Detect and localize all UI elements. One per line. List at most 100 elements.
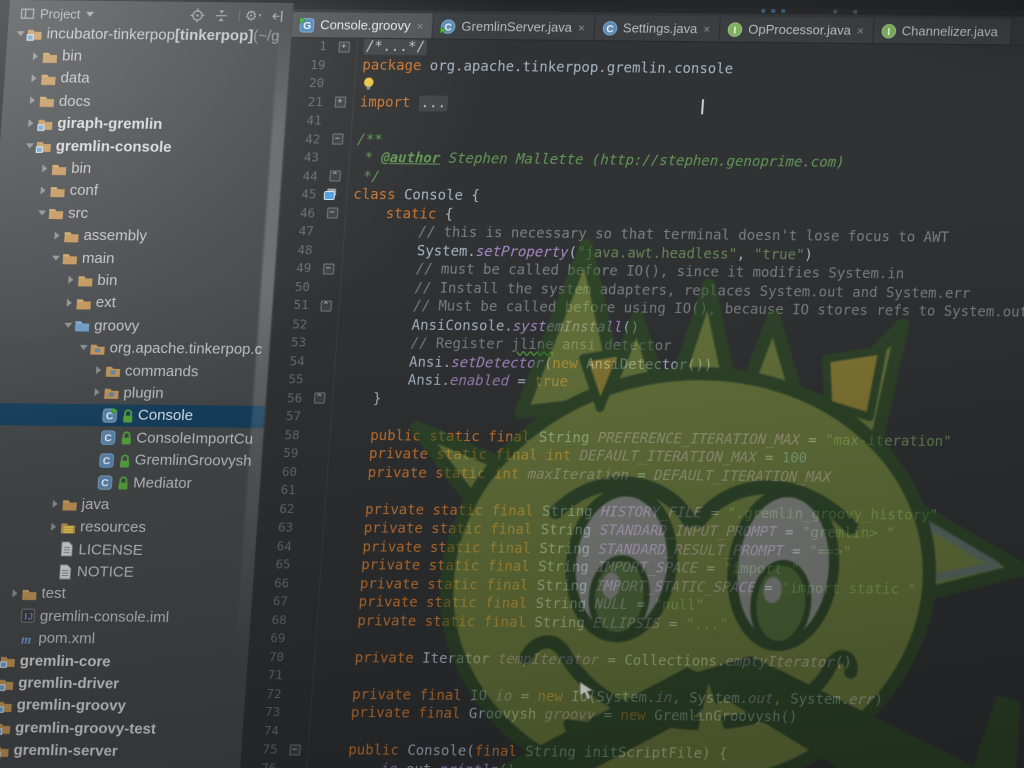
chevron-right-icon[interactable] [64,274,78,286]
fold-marker-icon[interactable]: + [334,97,346,108]
fold-marker-icon[interactable]: − [289,744,301,755]
tree-item-gremlin-console.iml[interactable]: IJgremlin-console.iml [0,604,252,629]
dropdown-arrow-icon[interactable] [82,6,99,22]
gutter [293,574,321,593]
gutter [313,278,341,297]
tree-item-data[interactable]: data [4,67,289,92]
tree-item-test[interactable]: test [0,582,253,607]
folder-icon [75,295,93,311]
chevron-spacer [45,543,59,555]
tree-item-pom.xml[interactable]: mpom.xml [0,627,250,652]
tree-item-gremlin-groovy[interactable]: gremlin-groovy [0,694,245,719]
chevron-right-icon[interactable] [26,95,40,107]
tree-item-gremlin-console[interactable]: gremlin-console [0,134,284,159]
fold-marker-icon[interactable]: ^ [329,171,341,182]
hide-panel-icon[interactable] [268,8,285,24]
class-icon: C [98,452,116,468]
chevron-down-icon[interactable] [76,342,90,354]
chevron-down-icon[interactable] [49,252,63,264]
tree-item-gremlin-core[interactable]: gremlin-core [0,649,248,674]
tree-item-commands[interactable]: commands [0,358,269,383]
tree-item-Mediator[interactable]: CMediator [0,470,261,495]
line-number: 67 [251,592,292,611]
chevron-right-icon[interactable] [27,72,41,84]
chevron-right-icon[interactable] [38,162,52,174]
chevron-right-icon[interactable] [47,521,61,533]
tree-item-label: docs [58,92,91,109]
gutter: − [324,130,352,149]
locate-icon[interactable] [189,7,206,23]
tree-item-ConsoleImportCu[interactable]: CConsoleImportCu [0,425,264,450]
chevron-right-icon[interactable] [92,364,106,376]
chevron-down-icon[interactable] [35,207,49,219]
runnable-java-class-icon: C [440,18,457,34]
chevron-right-icon[interactable] [62,297,76,309]
tree-item-main[interactable]: main [0,246,277,271]
tab-Settings.java[interactable]: CSettings.java× [594,15,721,41]
fold-marker-icon[interactable]: − [326,208,338,219]
tree-item-LICENSE[interactable]: LICENSE [0,537,256,562]
fold-marker-icon[interactable]: + [338,41,350,52]
tree-item-resources[interactable]: resources [0,515,258,540]
fold-marker-icon[interactable]: ^ [320,300,332,311]
line-number: 50 [273,277,314,296]
chevron-right-icon[interactable] [29,50,43,62]
chevron-right-icon[interactable] [48,498,62,510]
collapse-all-icon[interactable] [213,7,230,23]
runnable-class-icon: C [101,407,119,423]
tree-item-incubator-tinkerpop[interactable]: incubator-tinkerpop [tinkerpop] (~/g [7,22,292,47]
gear-icon[interactable]: ⚙ [244,7,261,23]
chevron-right-icon[interactable] [36,184,50,196]
module-file-icon: IJ [19,608,37,624]
chevron-right-icon[interactable] [50,229,64,241]
chevron-right-icon[interactable] [24,117,38,129]
tree-item-groovy[interactable]: groovy [0,313,272,338]
tree-item-gremlin-server[interactable]: gremlin-server [0,738,242,763]
tree-item-bin[interactable]: bin [0,268,275,293]
tree-item-gremlin-driver[interactable]: gremlin-driver [0,671,247,696]
tree-item-GremlinGroovysh[interactable]: CGremlinGroovysh [0,447,263,472]
tree-item-conf[interactable]: conf [0,179,281,204]
module-folder-icon [37,115,55,131]
chevron-down-icon[interactable] [13,27,27,39]
tree-item-assembly[interactable]: assembly [0,224,278,249]
close-tab-icon[interactable]: × [416,19,424,33]
tree-item-ext[interactable]: ext [0,291,273,316]
chevron-right-icon[interactable] [8,587,22,599]
line-number: 41 [285,111,326,130]
tree-item-org.apache.tinkerpop.c[interactable]: org.apache.tinkerpop.c [0,335,270,360]
fold-marker-icon[interactable]: − [322,263,334,274]
tree-item-plugin[interactable]: plugin [0,380,267,405]
close-tab-icon[interactable]: × [578,20,586,34]
tree-item-label: conf [69,182,99,199]
tree-item-giraph-gremlin[interactable]: giraph-gremlin [1,112,286,137]
tab-Channelizer.java[interactable]: IChannelizer.java [873,18,1013,44]
tree-item-src[interactable]: src [0,201,280,226]
line-number: 68 [250,610,291,629]
tab-GremlinServer.java[interactable]: CGremlinServer.java× [433,13,596,40]
gutter: + [330,37,358,56]
tree-item-NOTICE[interactable]: NOTICE [0,559,255,584]
fold-marker-icon[interactable]: ^ [313,393,325,404]
tab-Console.groovy[interactable]: GConsole.groovy× [291,12,434,38]
chevron-down-icon[interactable] [22,139,36,151]
gutter [325,111,353,130]
chevron-right-icon[interactable] [90,387,104,399]
tree-item-Console[interactable]: CConsole [0,403,266,428]
tree-item-java[interactable]: java [0,492,259,517]
tab-OpProcessor.java[interactable]: IOpProcessor.java× [720,16,875,43]
tree-item-gremlin-groovy-test[interactable]: gremlin-groovy-test [0,716,244,741]
chevron-down-icon[interactable] [61,319,75,331]
java-interface-icon: I [880,23,897,39]
module-folder-icon [0,742,11,758]
fold-marker-icon[interactable]: − [331,134,343,145]
close-tab-icon[interactable]: × [856,23,864,37]
close-tab-icon[interactable]: × [703,22,711,36]
tree-item-bin[interactable]: bin [0,156,283,181]
gutter [296,518,324,537]
tree-item-bin[interactable]: bin [5,44,290,69]
class-icon: C [97,474,115,490]
tree-item-docs[interactable]: docs [2,89,287,114]
tree-item-label: incubator-tinkerpop [46,25,176,43]
editor-area: GConsole.groovy×CGremlinServer.java×CSet… [238,3,1024,768]
